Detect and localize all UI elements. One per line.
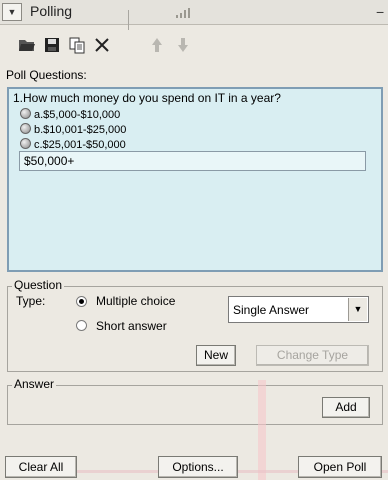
toolbar-separator [128,10,129,30]
new-answer-input[interactable]: $50,000+ [19,151,366,171]
panel-menu-icon[interactable]: − [376,4,384,20]
multiple-choice-label: Multiple choice [96,294,176,308]
poll-option[interactable]: b.$10,001-$25,000 [20,123,126,136]
poll-questions-label: Poll Questions: [6,68,87,82]
radio-bullet-icon [20,138,31,149]
panel-title: Polling [30,3,73,19]
add-button[interactable]: Add [322,397,370,418]
collapse-button[interactable]: ▼ [2,3,22,21]
resize-grip-icon [176,8,190,18]
radio-bullet-icon [20,123,31,134]
answer-group-label: Answer [12,377,57,391]
radio-bullet-icon [20,108,31,119]
save-icon[interactable] [43,36,61,54]
poll-option[interactable]: c.$25,001-$50,000 [20,138,126,151]
triangle-down-icon: ▼ [7,7,17,17]
poll-question-text[interactable]: 1.How much money do you spend on IT in a… [13,91,281,105]
arrow-down-icon[interactable] [174,36,192,54]
new-button[interactable]: New [196,345,236,366]
copy-icon[interactable] [68,36,86,54]
clear-all-button[interactable]: Clear All [5,456,77,478]
open-poll-button[interactable]: Open Poll [298,456,382,478]
options-button[interactable]: Options... [158,456,238,478]
arrow-up-icon[interactable] [148,36,166,54]
question-group-label: Question [12,278,65,292]
chevron-down-icon[interactable]: ▼ [348,298,367,321]
watermark-bar [258,380,266,480]
short-answer-label: Short answer [96,319,167,333]
change-type-button[interactable]: Change Type [256,345,369,366]
poll-option[interactable]: a.$5,000-$10,000 [20,108,120,121]
multiple-choice-radio[interactable] [76,296,87,307]
answer-mode-value: Single Answer [233,303,310,317]
type-label: Type: [16,294,46,308]
short-answer-radio[interactable] [76,320,87,331]
delete-x-icon[interactable] [93,36,111,54]
open-folder-icon[interactable] [18,36,36,54]
